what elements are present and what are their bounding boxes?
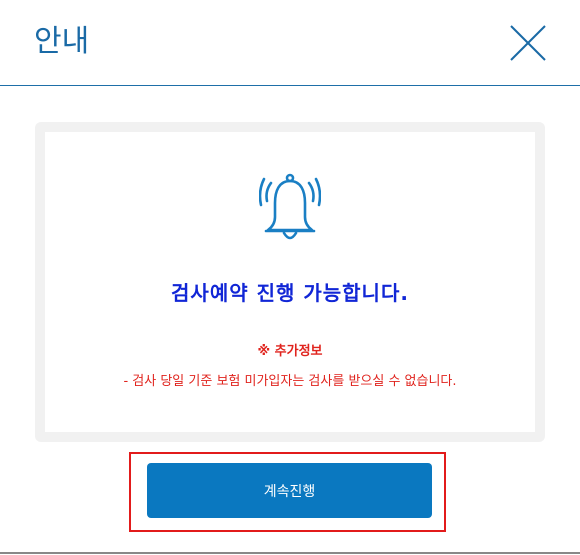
notice-dialog: 안내 검사예약 진행 가능합니다. ※ 추가정보 - 검사 당일 기준 보험 미… xyxy=(0,0,580,555)
info-text: - 검사 당일 기준 보험 미가입자는 검사를 받으실 수 없습니다. xyxy=(123,374,457,389)
dialog-title: 안내 xyxy=(34,24,90,59)
message-panel: 검사예약 진행 가능합니다. ※ 추가정보 - 검사 당일 기준 보험 미가입자… xyxy=(35,122,545,442)
status-message: 검사예약 진행 가능합니다. xyxy=(171,281,409,305)
message-card: 검사예약 진행 가능합니다. ※ 추가정보 - 검사 당일 기준 보험 미가입자… xyxy=(45,132,535,432)
bottom-divider xyxy=(0,552,580,554)
close-icon[interactable] xyxy=(510,25,546,61)
continue-button[interactable]: 계속진행 xyxy=(147,463,432,518)
bell-icon xyxy=(259,173,321,240)
info-title: ※ 추가정보 xyxy=(257,344,323,359)
dialog-header: 안내 xyxy=(0,0,580,86)
